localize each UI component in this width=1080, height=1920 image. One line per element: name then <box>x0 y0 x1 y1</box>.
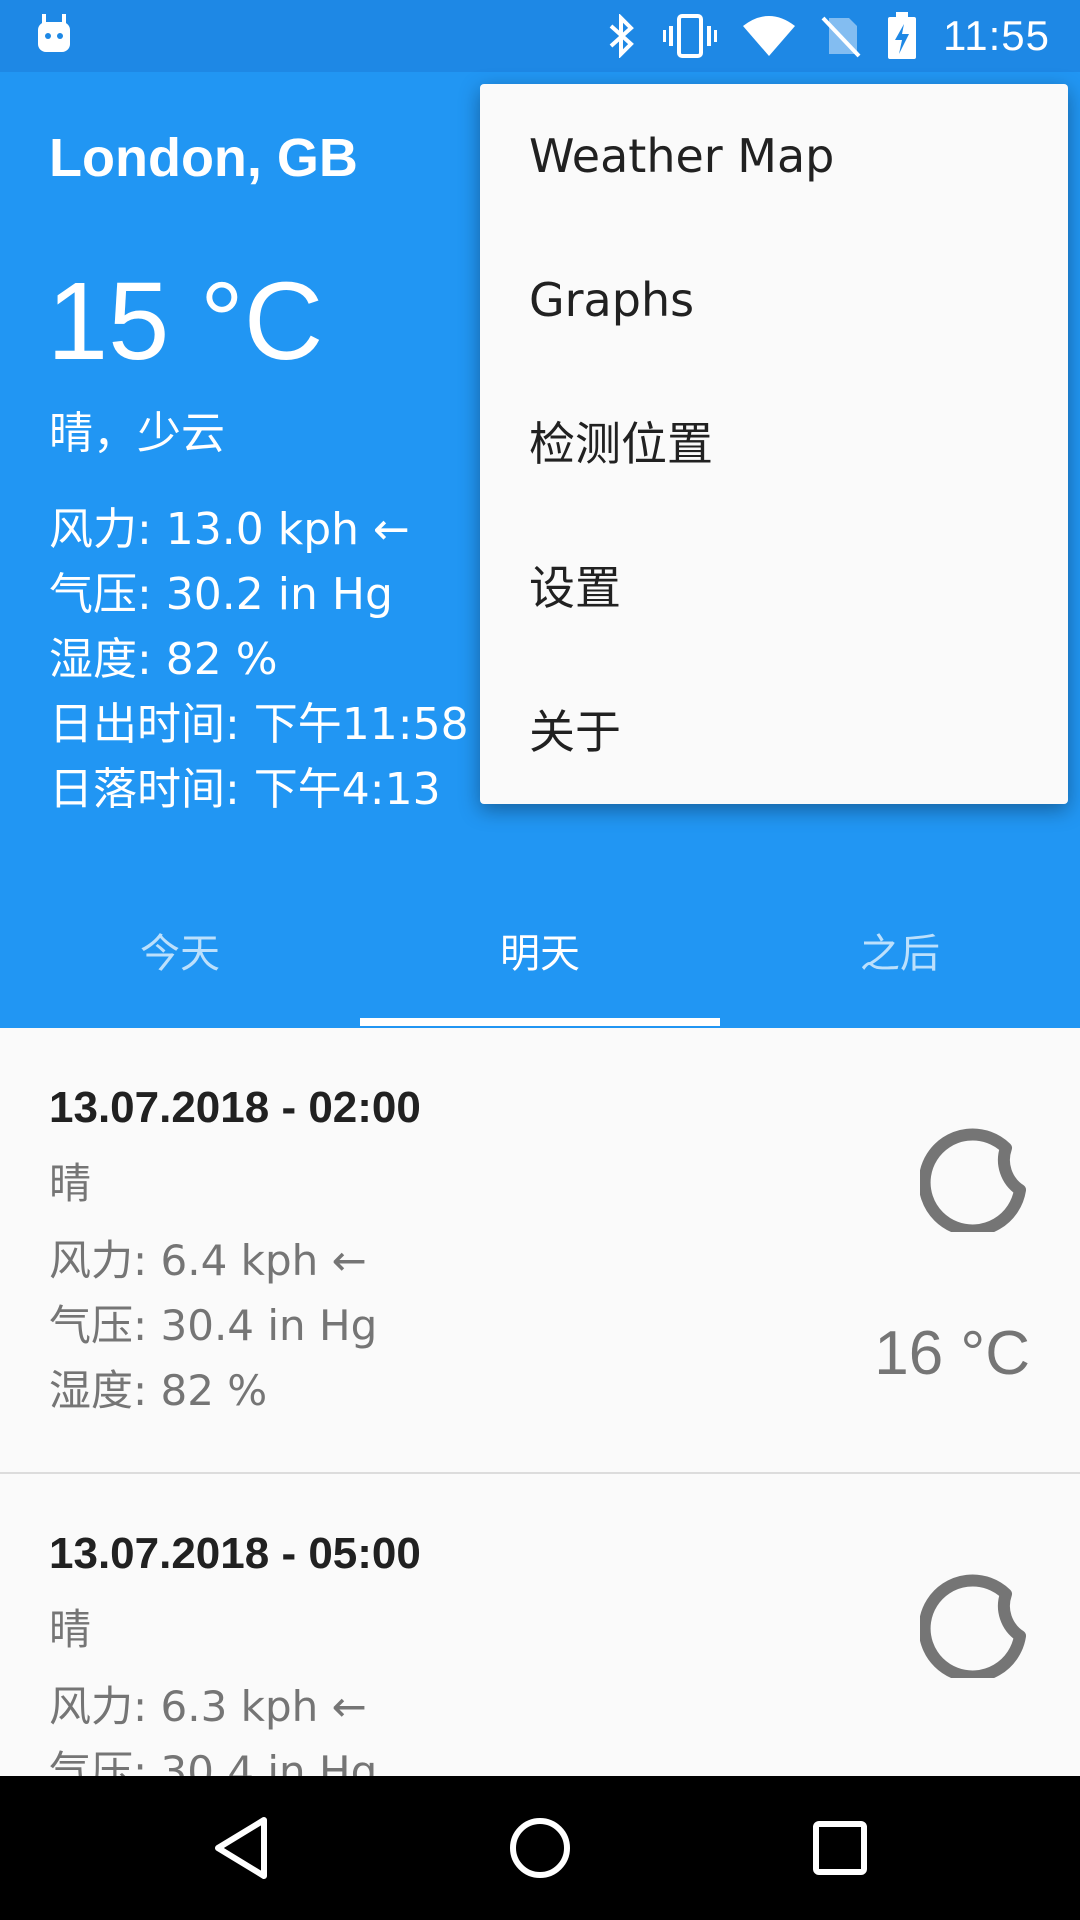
menu-item-about[interactable]: 关于 <box>480 660 1068 804</box>
menu-item-settings[interactable]: 设置 <box>480 516 1068 660</box>
clock: 11:55 <box>943 12 1050 59</box>
status-icons: 11:55 <box>607 0 1050 72</box>
current-temperature: 15 °C <box>47 260 324 383</box>
vibrate-icon <box>663 14 717 58</box>
android-icon <box>38 14 70 52</box>
tab-later[interactable]: 之后 <box>720 900 1080 1028</box>
recents-icon[interactable] <box>804 1812 876 1884</box>
menu-item-weather-map[interactable]: Weather Map <box>480 84 1068 228</box>
wind-detail: 风力: 6.4 kph ← <box>49 1236 367 1285</box>
wind-detail: 风力: 6.3 kph ← <box>49 1682 367 1731</box>
bluetooth-icon <box>609 14 634 58</box>
humidity-detail: 湿度: 82 % <box>49 634 278 685</box>
forecast-temperature: 16 °C <box>874 1319 1030 1388</box>
back-icon[interactable] <box>206 1812 278 1884</box>
city-name: London, GB <box>49 128 358 188</box>
forecast-description: 晴 <box>49 1605 92 1654</box>
no-sim-icon <box>821 16 861 58</box>
app-screen: 11:55 London, GB 15 °C 晴，少云 风力: 13.0 kph… <box>0 0 1080 1920</box>
moon-icon <box>920 1128 1026 1232</box>
status-bar: 11:55 <box>0 0 1080 72</box>
menu-item-detect-location[interactable]: 检测位置 <box>480 372 1068 516</box>
tab-tomorrow[interactable]: 明天 <box>360 900 720 1028</box>
wifi-icon <box>743 16 795 56</box>
forecast-details: 风力: 6.4 kph ← 气压: 30.4 in Hg 湿度: 82 % <box>49 1228 377 1423</box>
weather-description: 晴，少云 <box>49 408 225 459</box>
pressure-detail: 气压: 30.2 in Hg <box>49 569 393 620</box>
menu-item-graphs[interactable]: Graphs <box>480 228 1068 372</box>
wind-detail: 风力: 13.0 kph ← <box>49 504 410 555</box>
tab-indicator <box>360 1018 720 1026</box>
forecast-description: 晴 <box>49 1159 92 1208</box>
forecast-datetime: 13.07.2018 - 02:00 <box>49 1083 421 1132</box>
overflow-menu: Weather Map Graphs 检测位置 设置 关于 <box>480 84 1068 804</box>
navigation-bar <box>0 1776 1080 1920</box>
list-item[interactable]: 13.07.2018 - 05:00 晴 风力: 6.3 kph ← 气压: 3… <box>0 1474 1080 1776</box>
home-icon[interactable] <box>504 1812 576 1884</box>
sunset-detail: 日落时间: 下午4:13 <box>49 764 441 815</box>
forecast-datetime: 13.07.2018 - 05:00 <box>49 1529 421 1578</box>
day-tabs: 今天 明天 之后 <box>0 900 1080 1028</box>
sunrise-detail: 日出时间: 下午11:58 <box>49 699 469 750</box>
pressure-detail: 气压: 30.4 in Hg <box>49 1747 378 1776</box>
tab-today[interactable]: 今天 <box>0 900 360 1028</box>
moon-icon <box>920 1574 1026 1678</box>
forecast-details: 风力: 6.3 kph ← 气压: 30.4 in Hg <box>49 1674 377 1776</box>
weather-details: 风力: 13.0 kph ← 气压: 30.2 in Hg 湿度: 82 % 日… <box>49 497 469 822</box>
battery-charging-icon <box>888 12 916 59</box>
pressure-detail: 气压: 30.4 in Hg <box>49 1301 378 1350</box>
forecast-list[interactable]: 13.07.2018 - 02:00 晴 风力: 6.4 kph ← 气压: 3… <box>0 1028 1080 1776</box>
humidity-detail: 湿度: 82 % <box>49 1366 268 1415</box>
list-item[interactable]: 13.07.2018 - 02:00 晴 风力: 6.4 kph ← 气压: 3… <box>0 1028 1080 1474</box>
